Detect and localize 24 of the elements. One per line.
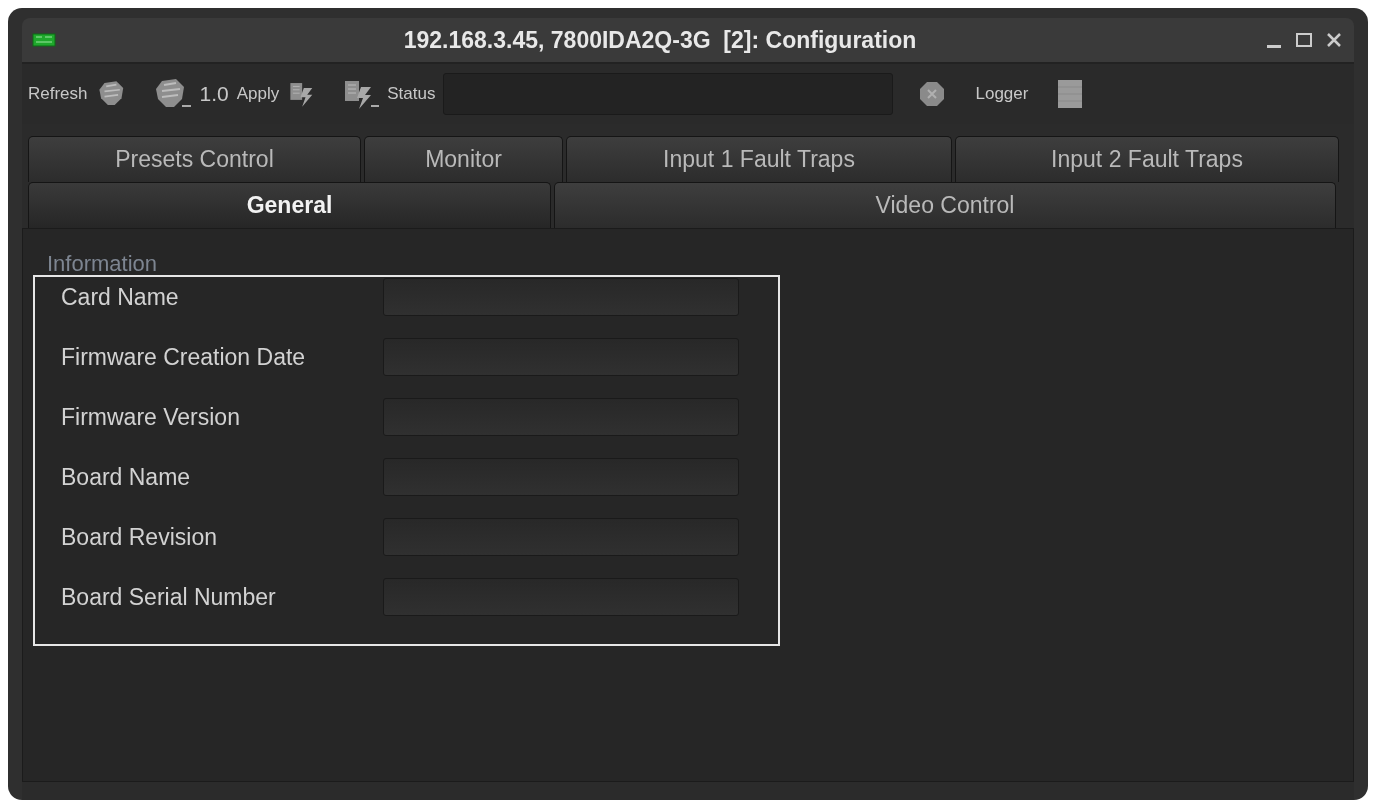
- logger-icon[interactable]: [1058, 80, 1083, 108]
- input-field[interactable]: [383, 278, 739, 316]
- window-title: 192.168.3.45, 7800IDA2Q-3G [2]: Configuration: [402, 26, 918, 54]
- refresh-label: Refresh: [28, 84, 88, 104]
- field-label: Card Name: [61, 283, 180, 311]
- status-label: Status: [387, 84, 436, 104]
- field-label: Board Serial Number: [61, 583, 277, 611]
- tab[interactable]: Monitor: [364, 136, 563, 182]
- version-label: 1.0: [199, 82, 229, 106]
- card-icon: [32, 33, 56, 47]
- tab[interactable]: Video Control: [554, 182, 1336, 228]
- field-label: Firmware Version: [61, 403, 241, 431]
- maximize-icon[interactable]: [1294, 30, 1314, 50]
- tab[interactable]: General: [28, 182, 551, 228]
- logger-label: Logger: [975, 84, 1029, 104]
- apply-label: Apply: [236, 84, 280, 104]
- field-label: Board Revision: [61, 523, 218, 551]
- tab[interactable]: Input 1 Fault Traps: [566, 136, 952, 182]
- tab[interactable]: Presets Control: [28, 136, 361, 182]
- stop-icon[interactable]: [919, 81, 946, 107]
- group-title: Information: [47, 251, 158, 275]
- field-label: Board Name: [61, 463, 192, 491]
- field-label: Firmware Creation Date: [61, 343, 307, 371]
- tab[interactable]: Input 2 Fault Traps: [955, 136, 1339, 182]
